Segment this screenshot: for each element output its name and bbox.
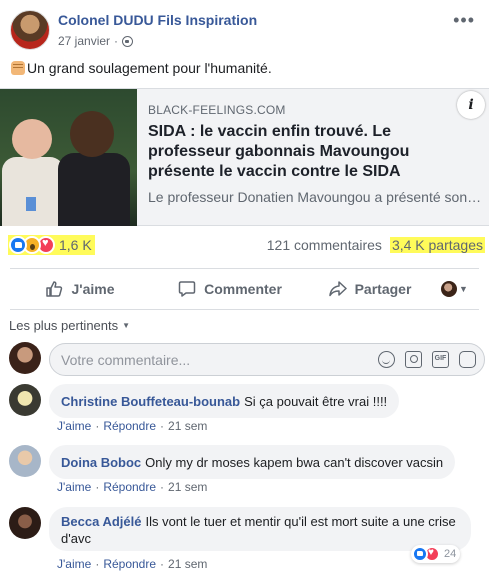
link-title[interactable]: SIDA : le vaccin enfin trouvé. Le profes… [148, 122, 478, 182]
comment-text: Only my dr moses kapem bwa can't discove… [145, 455, 444, 470]
comment-reactions[interactable]: 24 [411, 545, 461, 563]
comment-time[interactable]: 21 sem [168, 419, 207, 433]
link-preview-card[interactable]: BLACK-FEELINGS.COM SIDA : le vaccin enfi… [0, 88, 489, 226]
reactions-bar: 1,6 K 121 commentaires 3,4 K partages [0, 232, 489, 260]
post-text-content: Un grand soulagement pour l'humanité. [27, 60, 272, 76]
viewer-avatar [9, 342, 41, 374]
comment-like-link[interactable]: J'aime [57, 419, 91, 433]
reactions-summary[interactable]: 1,6 K [8, 235, 95, 255]
comment-actions: J'aime · Répondre · 21 sem [57, 480, 208, 494]
commenter-avatar[interactable] [9, 384, 41, 416]
comment-bubble-icon [178, 281, 196, 297]
sticker-icon[interactable] [459, 351, 476, 368]
comment-reply-link[interactable]: Répondre [103, 557, 156, 571]
commenter-avatar[interactable] [9, 507, 41, 539]
comment-input[interactable]: Votre commentaire... GIF [49, 343, 485, 376]
link-description: Le professeur Donatien Mavoungou a prése… [148, 189, 483, 205]
comment-button[interactable]: Commenter [150, 269, 310, 309]
audience-selector[interactable]: ▼ [430, 269, 479, 309]
link-thumbnail-image[interactable] [0, 89, 137, 226]
emoji-icon[interactable] [378, 351, 395, 368]
sort-label: Les plus pertinents [9, 318, 119, 333]
comment-item: Christine Bouffeteau-bounab Si ça pouvait… [9, 384, 486, 436]
post-date[interactable]: 27 janvier [58, 34, 110, 48]
link-domain: BLACK-FEELINGS.COM [148, 103, 286, 117]
meta-separator: · [114, 34, 119, 48]
commenter-name[interactable]: Becca Adjélé [61, 514, 141, 529]
author-avatar[interactable] [10, 10, 50, 50]
actions-bar: J'aime Commenter Partager ▼ [10, 268, 479, 310]
share-label: Partager [354, 281, 412, 297]
comment-reply-link[interactable]: Répondre [103, 480, 156, 494]
thumbs-up-icon [46, 281, 63, 297]
caret-down-icon: ▼ [122, 321, 131, 330]
post-text: Un grand soulagement pour l'humanité. [11, 60, 272, 76]
share-button[interactable]: Partager [310, 269, 430, 309]
comment-text: Si ça pouvait être vrai !!!! [244, 394, 388, 409]
comment-time[interactable]: 21 sem [168, 480, 207, 494]
comment-actions: J'aime · Répondre · 21 sem [57, 557, 208, 571]
comment-label: Commenter [204, 281, 282, 297]
comment-like-link[interactable]: J'aime [57, 480, 91, 494]
comment-reply-link[interactable]: Répondre [103, 419, 156, 433]
share-arrow-icon [328, 281, 347, 297]
composer-icons: GIF [378, 351, 476, 368]
comment-item: Doina Boboc Only my dr moses kapem bwa ca… [9, 445, 486, 497]
comment-composer: Votre commentaire... GIF [9, 341, 486, 377]
like-button[interactable]: J'aime [10, 269, 150, 309]
author-name[interactable]: Colonel DUDU Fils Inspiration [58, 12, 257, 28]
comments-count[interactable]: 121 commentaires [267, 237, 382, 253]
like-label: J'aime [71, 281, 115, 297]
caret-down-icon: ▼ [459, 284, 468, 294]
post-header: Colonel DUDU Fils Inspiration 27 janvier… [0, 0, 489, 60]
comment-item: Becca Adjélé Ils vont le tuer et mentir q… [9, 507, 486, 573]
comment-bubble: Doina Boboc Only my dr moses kapem bwa ca… [49, 445, 456, 479]
like-reaction-icon [9, 236, 27, 254]
info-icon[interactable]: i [457, 91, 485, 119]
raised-fist-icon [11, 61, 25, 75]
reaction-count: 1,6 K [59, 237, 92, 253]
more-horizontal-icon[interactable]: ••• [453, 11, 475, 29]
comment-like-link[interactable]: J'aime [57, 557, 91, 571]
globe-icon[interactable] [122, 35, 134, 47]
gif-icon[interactable]: GIF [432, 351, 449, 368]
comment-placeholder: Votre commentaire... [61, 352, 191, 368]
comment-reaction-count: 24 [444, 548, 457, 560]
comment-time[interactable]: 21 sem [168, 557, 207, 571]
comment-bubble: Becca Adjélé Ils vont le tuer et mentir q… [49, 507, 471, 551]
engagement-counts: 121 commentaires 3,4 K partages [267, 237, 485, 253]
comment-actions: J'aime · Répondre · 21 sem [57, 419, 208, 433]
camera-icon[interactable] [405, 351, 422, 368]
viewer-avatar [441, 281, 458, 297]
commenter-name[interactable]: Doina Boboc [61, 455, 141, 470]
comment-bubble: Christine Bouffeteau-bounab Si ça pouvait… [49, 384, 400, 418]
commenter-name[interactable]: Christine Bouffeteau-bounab [61, 394, 240, 409]
shares-count[interactable]: 3,4 K partages [389, 237, 485, 253]
like-reaction-icon [412, 546, 428, 562]
commenter-avatar[interactable] [9, 445, 41, 477]
post-meta: 27 janvier · [58, 34, 134, 48]
comment-sort-dropdown[interactable]: Les plus pertinents ▼ [9, 318, 130, 333]
